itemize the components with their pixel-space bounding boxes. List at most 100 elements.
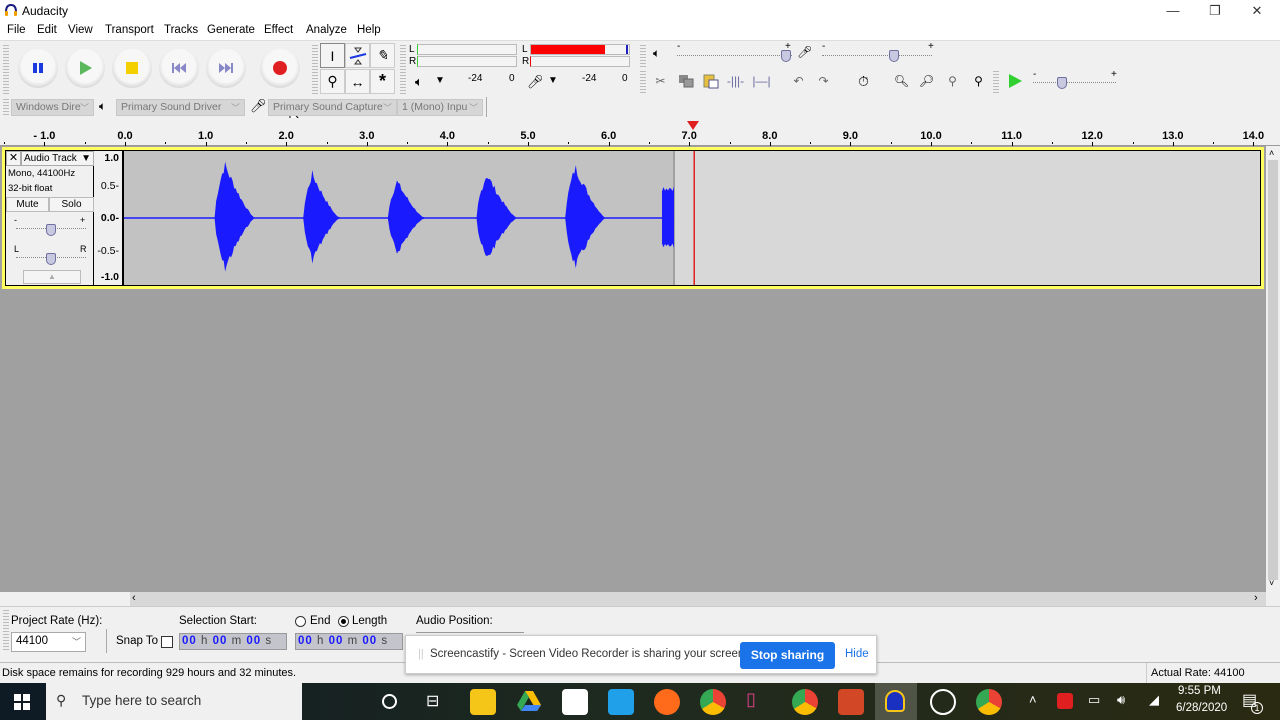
time-shift-tool-button[interactable]: ↔ [345, 69, 370, 94]
mute-button[interactable]: Mute [6, 197, 49, 212]
clock-date[interactable]: 6/28/2020 [1176, 702, 1227, 714]
track-name-menu[interactable]: Audio Track ▼ [21, 151, 94, 166]
play-button[interactable] [65, 48, 105, 88]
draw-tool-button[interactable]: ✎ [370, 43, 395, 68]
battery-icon[interactable]: ▭ [1088, 692, 1100, 708]
screencastify-tray-icon[interactable] [1057, 693, 1073, 709]
redo-button[interactable]: ↷ [811, 69, 836, 93]
record-meter-l[interactable] [530, 44, 630, 55]
edit-toolbar-grip[interactable] [640, 71, 646, 93]
minimize-button[interactable]: — [1150, 0, 1196, 22]
scroll-right-icon[interactable]: › [1254, 592, 1258, 604]
trim-button[interactable]: -|||- [723, 69, 748, 93]
playback-meter-menu-icon[interactable]: ▼ [435, 75, 445, 86]
end-radio[interactable] [295, 616, 306, 627]
menu-edit[interactable]: Edit [37, 24, 57, 36]
cortana-icon[interactable] [382, 694, 397, 709]
scroll-up-icon[interactable]: ˄ [1269, 148, 1274, 158]
play-at-speed-grip[interactable] [993, 71, 999, 93]
pan-thumb[interactable] [46, 253, 56, 265]
task-view-icon[interactable]: ⊟ [426, 691, 439, 711]
record-button[interactable] [260, 48, 300, 88]
playback-device-select[interactable]: Primary Sound Driver ﹀ [116, 99, 245, 116]
maximize-button[interactable]: ❐ [1192, 0, 1238, 22]
recording-channels-select[interactable]: 1 (Mono) Inpu ﹀ [397, 99, 483, 116]
selection-toolbar-grip[interactable] [3, 610, 9, 652]
audacity-taskbar-active[interactable] [875, 683, 917, 720]
menu-generate[interactable]: Generate [207, 24, 255, 36]
chrome-profile-f-icon[interactable] [792, 689, 818, 715]
selection-tool-button[interactable]: I [320, 43, 345, 68]
play-speed-thumb[interactable] [1057, 77, 1068, 89]
playback-meter-l[interactable] [417, 44, 517, 55]
playback-volume-slider[interactable] [677, 55, 792, 56]
play-at-speed-button[interactable] [1002, 69, 1027, 93]
snap-to-checkbox[interactable] [161, 636, 173, 648]
record-meter-r[interactable] [530, 56, 630, 67]
skip-to-end-button[interactable] [206, 48, 246, 88]
close-button[interactable]: ✕ [1234, 0, 1280, 22]
fit-project-button[interactable]: ⚲ [966, 69, 991, 93]
timeline-ruler[interactable]: - 1.0 0.0 1.0 2.0 3.0 4.0 5.0 6.0 7.0 8.0 9.0 10.0 1… [0, 118, 1280, 146]
mixer-toolbar-grip[interactable] [640, 45, 646, 67]
vertical-amplitude-scale[interactable]: 1.0 0.5- 0.0- -0.5- -1.0 [94, 150, 123, 286]
record-volume-thumb[interactable] [888, 50, 899, 62]
collapse-track-button[interactable]: ▲ [23, 270, 81, 284]
chrome-profile-user-icon[interactable] [976, 689, 1002, 715]
menu-analyze[interactable]: Analyze [306, 24, 347, 36]
fit-selection-button[interactable]: ⚲ [940, 69, 965, 93]
scroll-down-icon[interactable]: ˅ [1269, 578, 1274, 588]
selection-start-field[interactable]: 00 h 00 m 00 s [179, 633, 287, 650]
mail-icon[interactable] [608, 689, 634, 715]
file-explorer-icon[interactable] [470, 689, 496, 715]
solo-button[interactable]: Solo [49, 197, 94, 212]
audio-host-select[interactable]: Windows Dire ﹀ [11, 99, 94, 116]
pause-button[interactable] [18, 48, 58, 88]
record-volume-slider[interactable] [822, 55, 932, 56]
scroll-left-icon[interactable]: ‹ [132, 592, 136, 604]
project-rate-select[interactable]: 44100 ﹀ [11, 632, 86, 652]
windows-start-icon[interactable] [14, 694, 30, 710]
menu-tracks[interactable]: Tracks [164, 24, 198, 36]
tools-toolbar-grip[interactable] [312, 45, 318, 95]
playhead-marker-icon[interactable] [687, 121, 700, 130]
sync-lock-button[interactable]: ⏱ [851, 69, 876, 93]
transport-toolbar-grip[interactable] [3, 45, 9, 95]
skip-to-start-button[interactable] [159, 48, 199, 88]
chrome-icon[interactable] [700, 689, 726, 715]
show-hidden-icons[interactable]: ˄ [1029, 692, 1037, 707]
undo-button[interactable]: ↶ [786, 69, 811, 93]
zoom-in-button[interactable]: 🔍︎ [889, 69, 914, 93]
drag-handle-icon[interactable]: || [418, 648, 424, 660]
multi-tool-button[interactable]: * [370, 69, 395, 94]
taskbar-search-box[interactable]: ⚲ Type here to search [46, 683, 302, 720]
playback-volume-thumb[interactable] [781, 50, 792, 62]
cut-button[interactable]: ✂ [648, 69, 673, 93]
play-speed-slider[interactable] [1033, 82, 1116, 83]
close-track-button[interactable]: ✕ [6, 151, 21, 166]
menu-view[interactable]: View [68, 24, 93, 36]
record-meter-menu-icon[interactable]: ▼ [548, 75, 558, 86]
powerpoint-icon[interactable] [838, 689, 864, 715]
copy-button[interactable] [673, 69, 698, 93]
menu-transport[interactable]: Transport [105, 24, 154, 36]
gain-thumb[interactable] [46, 224, 56, 236]
wifi-icon[interactable]: ◢ [1149, 692, 1159, 708]
horizontal-scrollbar[interactable]: ‹ › [130, 592, 1266, 606]
google-drive-icon[interactable] [517, 690, 541, 712]
app-grid-icon[interactable] [562, 689, 588, 715]
device-toolbar-grip[interactable] [3, 99, 9, 115]
stop-button[interactable] [112, 48, 152, 88]
envelope-tool-button[interactable] [345, 43, 370, 68]
vertical-scrollbar[interactable]: ˄ ˅ [1266, 146, 1280, 592]
silence-button[interactable]: |—| [749, 69, 774, 93]
zoom-out-button[interactable]: 🔎︎ [914, 69, 939, 93]
selection-length-field[interactable]: 00 h 00 m 00 s [295, 633, 403, 650]
playback-meter-r[interactable] [417, 56, 517, 67]
vertical-scroll-thumb[interactable] [1268, 160, 1278, 580]
meter-toolbar-grip[interactable] [400, 45, 406, 95]
menu-effect[interactable]: Effect [264, 24, 293, 36]
photos-app-icon[interactable] [930, 689, 956, 715]
clock-time[interactable]: 9:55 PM [1178, 685, 1221, 697]
paste-button[interactable] [698, 69, 723, 93]
